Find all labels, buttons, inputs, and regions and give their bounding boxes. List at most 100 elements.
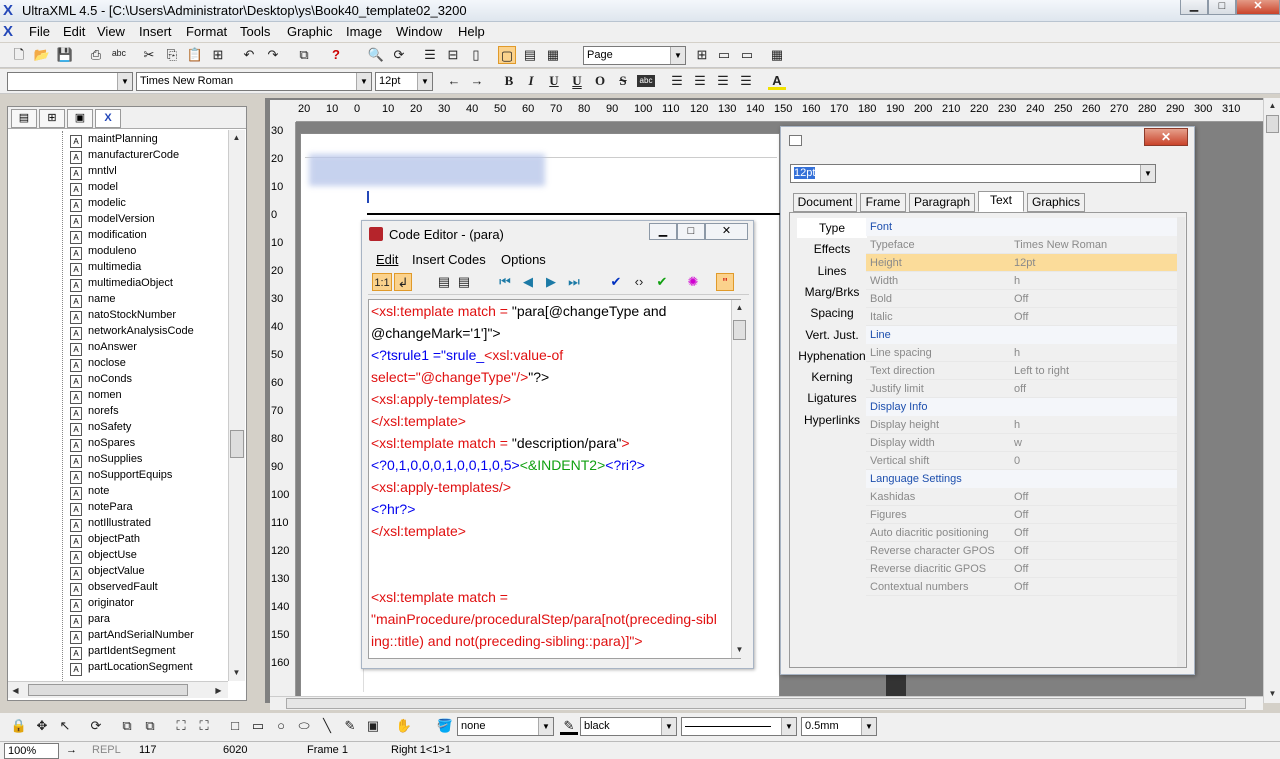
property-row[interactable]: Vertical shift 0 (866, 452, 1177, 470)
property-value[interactable]: off (1014, 380, 1026, 398)
category-item[interactable]: Type (797, 218, 867, 238)
overline-icon[interactable]: O (591, 72, 609, 90)
line-icon[interactable]: ╲ (318, 717, 336, 735)
property-row[interactable]: Justify limit off (866, 380, 1177, 398)
property-value[interactable]: h (1014, 272, 1020, 290)
ce-menu-options[interactable]: Options (501, 252, 546, 267)
spellcheck-icon[interactable]: ᵃᵇᶜ (110, 46, 128, 64)
tree-item[interactable]: AobservedFault (70, 579, 230, 596)
arrow-right-icon[interactable]: → (468, 72, 486, 90)
tab-image-icon[interactable]: ▣ (67, 109, 93, 128)
tree-hscrollbar[interactable]: ◀ ▶ (8, 681, 228, 698)
scroll-thumb[interactable] (230, 430, 244, 458)
arrow-left-icon[interactable]: ← (445, 72, 463, 90)
tree-item[interactable]: Apara (70, 611, 230, 628)
scroll-down-icon[interactable]: ▼ (229, 665, 244, 680)
tree-item[interactable]: ApartAndSerialNumber (70, 627, 230, 644)
tree-item[interactable]: Amntlvl (70, 163, 230, 180)
hscroll-thumb[interactable] (28, 684, 188, 696)
line-width-select[interactable]: 0.5mm ▼ (801, 717, 877, 736)
circle-icon[interactable]: ○ (272, 717, 290, 735)
tree-item[interactable]: AnoSupplies (70, 451, 230, 468)
property-value[interactable]: h (1014, 344, 1020, 362)
next-icon[interactable]: ▶ (542, 273, 560, 291)
menu-help[interactable]: Help (458, 24, 485, 39)
crop-icon[interactable]: ⛶ (172, 717, 190, 735)
property-value[interactable]: Off (1014, 560, 1028, 578)
redo-icon[interactable]: ↷ (264, 46, 282, 64)
align-left-icon[interactable]: ☰ (668, 72, 686, 90)
footer-icon[interactable]: ▭ (738, 46, 756, 64)
menu-insert[interactable]: Insert (139, 24, 172, 39)
tree-item[interactable]: AobjectUse (70, 547, 230, 564)
line-style-select[interactable]: ▼ (681, 717, 797, 736)
property-value[interactable]: h (1014, 416, 1020, 434)
apply-icon[interactable]: ✔ (607, 273, 625, 291)
code-text-area[interactable]: <xsl:template match = "para[@changeType … (368, 299, 741, 659)
new-icon[interactable]: 🗋 (10, 46, 28, 64)
tree-item[interactable]: AnoSafety (70, 419, 230, 436)
menu-edit[interactable]: Edit (63, 24, 85, 39)
find-icon[interactable]: 🔍 (367, 46, 385, 64)
category-item[interactable]: Marg/Brks (797, 282, 867, 302)
replace-icon[interactable]: ⟳ (390, 46, 408, 64)
property-value[interactable]: Off (1014, 488, 1028, 506)
cut-icon[interactable]: ✂ (140, 46, 158, 64)
property-row[interactable]: Bold Off (866, 290, 1177, 308)
property-row[interactable]: Height 12pt (866, 254, 1177, 272)
category-item[interactable]: Hyperlinks (797, 410, 867, 430)
hand-icon[interactable]: ✋ (395, 717, 413, 735)
line-numbers-icon[interactable]: 1:1 (372, 273, 392, 291)
minimize-button[interactable]: ▁ (1180, 0, 1208, 15)
size-value-combo[interactable]: 12pt ▼ (790, 164, 1156, 183)
property-row[interactable]: Reverse character GPOS Off (866, 542, 1177, 560)
list-view-icon[interactable]: ☰ (421, 46, 439, 64)
doc-scrollbar[interactable]: ▲ ▼ (1263, 98, 1280, 703)
property-value[interactable]: w (1014, 434, 1022, 452)
menu-tools[interactable]: Tools (240, 24, 270, 39)
freehand-icon[interactable]: ✎ (341, 717, 359, 735)
open-icon[interactable]: 📂 (33, 46, 51, 64)
quote-icon[interactable]: " (716, 273, 734, 291)
help-icon[interactable]: ? (327, 46, 345, 64)
ellipse-icon[interactable]: ⬭ (295, 717, 313, 735)
category-item[interactable]: Lines (797, 261, 867, 281)
tree-item[interactable]: AobjectValue (70, 563, 230, 580)
tab-xml-icon[interactable]: X (95, 109, 121, 128)
category-item[interactable]: Ligatures (797, 388, 867, 408)
scroll-up-icon[interactable]: ▲ (1265, 98, 1280, 113)
tree-item[interactable]: AnatoStockNumber (70, 307, 230, 324)
property-value[interactable]: Left to right (1014, 362, 1069, 380)
rotate-icon[interactable]: ⟳ (87, 717, 105, 735)
menu-file[interactable]: File (29, 24, 50, 39)
category-item[interactable]: Effects (797, 239, 867, 259)
tree-item[interactable]: Amultimedia (70, 259, 230, 276)
scroll-down-icon[interactable]: ▼ (732, 642, 747, 657)
column-icon[interactable]: ▯ (467, 46, 485, 64)
scroll-up-icon[interactable]: ▲ (732, 300, 747, 315)
menu-image[interactable]: Image (346, 24, 382, 39)
tab-structure-icon[interactable]: ⊞ (39, 109, 65, 128)
paste-icon[interactable]: 📋 (186, 46, 204, 64)
tree-item[interactable]: AmaintPlanning (70, 131, 230, 148)
tree-item[interactable]: Anote (70, 483, 230, 500)
hscroll-thumb[interactable] (286, 698, 1246, 709)
grid-icon[interactable]: ⊞ (693, 46, 711, 64)
doc-hscrollbar[interactable] (270, 696, 1263, 710)
lock-icon[interactable]: 🔒 (10, 717, 28, 735)
tree-item[interactable]: AnoSupportEquips (70, 467, 230, 484)
copy-page-icon[interactable]: ▤ (435, 273, 453, 291)
word-wrap-icon[interactable]: ↲ (394, 273, 412, 291)
style-select[interactable]: ▼ (7, 72, 133, 91)
previous-icon[interactable]: ◀ (519, 273, 537, 291)
tree-item[interactable]: AmultimediaObject (70, 275, 230, 292)
tree-scrollbar[interactable]: ▲ ▼ (228, 130, 245, 681)
tab-document-icon[interactable]: ▤ (11, 109, 37, 128)
view-select[interactable]: Page ▼ (583, 46, 686, 65)
property-value[interactable]: 12pt (1014, 254, 1035, 272)
tab-frame[interactable]: Frame (860, 193, 906, 212)
save-icon[interactable]: 💾 (56, 46, 74, 64)
tree-item[interactable]: Aoriginator (70, 595, 230, 612)
category-item[interactable]: Hyphenation (797, 346, 867, 366)
tree-item[interactable]: Anomen (70, 387, 230, 404)
